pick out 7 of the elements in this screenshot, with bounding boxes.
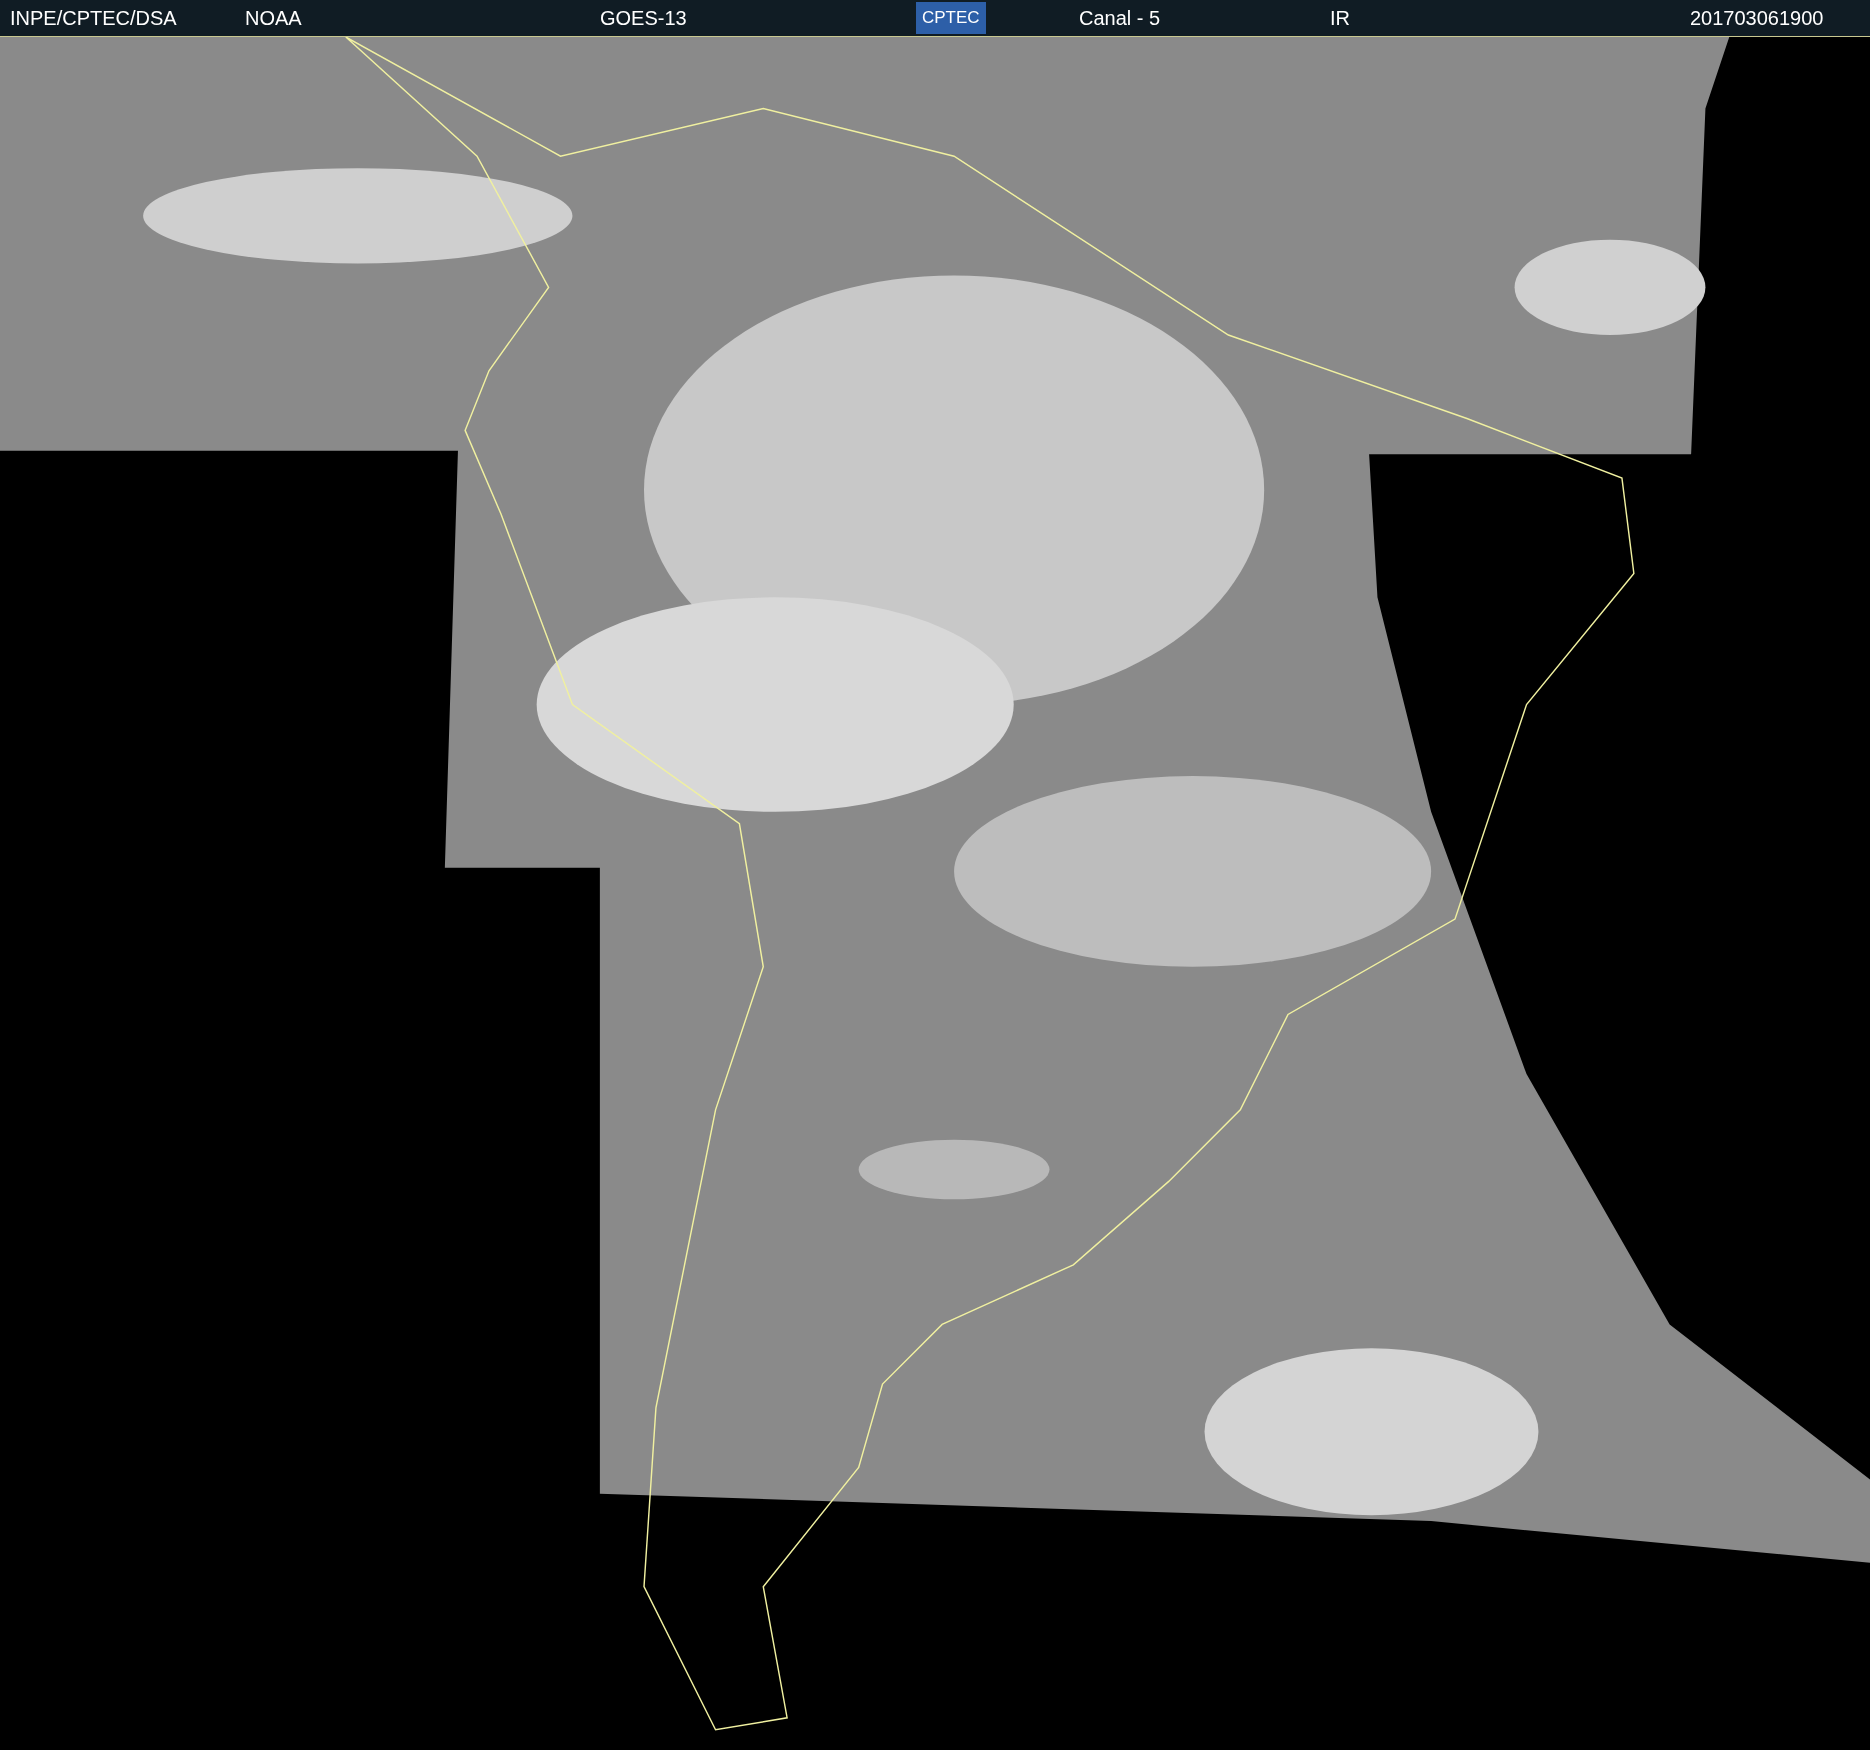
source-label: INPE/CPTEC/DSA — [9, 6, 177, 30]
band-label: IR — [1330, 6, 1350, 30]
timestamp-label: 201703061900 — [1690, 6, 1824, 30]
agency-label: NOAA — [245, 6, 302, 30]
satellite-label: GOES-13 — [600, 6, 687, 30]
channel-label: Canal - 5 — [1079, 6, 1161, 30]
logo: CPTEC — [916, 2, 986, 34]
